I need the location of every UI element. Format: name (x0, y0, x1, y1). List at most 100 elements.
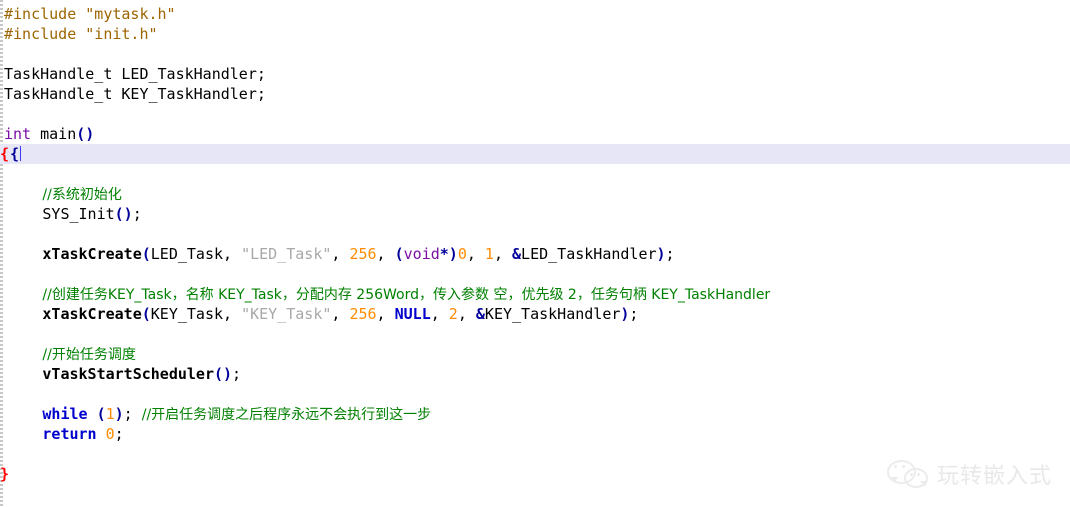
code-token: , (457, 305, 476, 323)
code-token: 0 (457, 245, 467, 263)
brace-match-marker-open: { (0, 145, 10, 163)
code-line[interactable]: return 0; (0, 424, 1070, 444)
code-token: //开始任务调度 (42, 347, 136, 363)
code-token: "KEY_Task" (241, 305, 332, 323)
code-token: TaskHandle_t LED_TaskHandler; (4, 65, 266, 83)
code-line[interactable] (0, 44, 1070, 64)
code-token: SYS_Init (42, 205, 115, 223)
code-token: void (403, 245, 440, 263)
code-line[interactable] (0, 384, 1070, 404)
code-token: ; (132, 205, 142, 223)
code-token: ( (141, 245, 151, 263)
code-token: //创建任务KEY_Task，名称 KEY_Task，分配内存 256Word，… (42, 287, 771, 303)
code-line-text: vTaskStartScheduler(); (4, 365, 241, 383)
code-line[interactable]: while (1); //开启任务调度之后程序永远不会执行到这一步 (0, 404, 1070, 424)
code-token: "mytask.h" (85, 5, 176, 23)
code-token: 0 (105, 425, 115, 443)
code-token: main (31, 125, 77, 143)
code-line[interactable]: #include "mytask.h" (0, 4, 1070, 24)
code-token: TaskHandle_t KEY_TaskHandler; (4, 85, 266, 103)
code-line-text: return 0; (4, 425, 124, 443)
code-line[interactable]: xTaskCreate(KEY_Task, "KEY_Task", 256, N… (0, 304, 1070, 324)
code-token: ; (629, 305, 639, 323)
code-token: LED_TaskHandler (521, 245, 657, 263)
code-line[interactable]: {{ (0, 144, 1070, 164)
code-token: vTaskStartScheduler (42, 365, 214, 383)
code-line-text: SYS_Init(); (4, 205, 142, 223)
code-line-text: //创建任务KEY_Task，名称 KEY_Task，分配内存 256Word，… (4, 285, 770, 303)
text-caret (20, 146, 22, 161)
code-token: 1 (105, 405, 115, 423)
code-line-text: xTaskCreate(LED_Task, "LED_Task", 256, (… (4, 245, 674, 263)
code-token: //系统初始化 (42, 187, 122, 203)
code-token: ; (114, 425, 124, 443)
code-token: LED_Task, (150, 245, 242, 263)
code-token: 256 (349, 245, 377, 263)
code-token: & (512, 245, 522, 263)
code-line-text: #include "mytask.h" (4, 5, 176, 23)
code-editor[interactable]: #include "mytask.h" #include "init.h" Task… (0, 0, 1070, 508)
code-token: #include (4, 5, 86, 23)
code-token: //开启任务调度之后程序永远不会执行到这一步 (141, 407, 432, 423)
code-token: () (114, 205, 133, 223)
code-token: , (466, 245, 485, 263)
code-line[interactable] (0, 264, 1070, 284)
code-token: xTaskCreate (42, 245, 142, 263)
code-token: () (76, 125, 95, 143)
code-token: () (213, 365, 233, 383)
code-line[interactable]: //创建任务KEY_Task，名称 KEY_Task，分配内存 256Word，… (0, 284, 1070, 304)
code-line-text: //系统初始化 (4, 185, 122, 203)
code-line[interactable]: TaskHandle_t KEY_TaskHandler; (0, 84, 1070, 104)
code-token: KEY_Task, (150, 305, 242, 323)
code-line[interactable] (0, 164, 1070, 184)
code-line[interactable]: vTaskStartScheduler(); (0, 364, 1070, 384)
code-line-text: xTaskCreate(KEY_Task, "KEY_Task", 256, N… (4, 305, 638, 323)
code-line[interactable] (0, 104, 1070, 124)
code-token: ; (232, 365, 242, 383)
code-line[interactable]: //开始任务调度 (0, 344, 1070, 364)
code-token: 2 (448, 305, 458, 323)
code-line[interactable]: } (0, 464, 1070, 484)
code-token: ; (123, 405, 142, 423)
code-line[interactable]: #include "init.h" (0, 24, 1070, 44)
code-line[interactable]: int main() (0, 124, 1070, 144)
code-token: ( (96, 405, 106, 423)
code-line-text: TaskHandle_t LED_TaskHandler; (4, 65, 266, 83)
code-token: return (42, 425, 97, 443)
code-token: , (376, 305, 395, 323)
code-line[interactable] (0, 224, 1070, 244)
code-token: ) (114, 405, 124, 423)
brace-match-marker-close: } (0, 465, 10, 483)
code-token: while (42, 405, 88, 423)
code-line-text: int main() (4, 125, 94, 143)
code-line[interactable]: //系统初始化 (0, 184, 1070, 204)
code-line-text: while (1); //开启任务调度之后程序永远不会执行到这一步 (4, 405, 431, 423)
code-token: xTaskCreate (42, 305, 142, 323)
code-line-text: { (10, 145, 19, 163)
code-token: #include (4, 25, 86, 43)
code-token: ( (394, 245, 404, 263)
code-token: *) (439, 245, 458, 263)
code-line-text: #include "init.h" (4, 25, 158, 43)
code-token: , (430, 305, 449, 323)
code-line[interactable] (0, 444, 1070, 464)
code-token: int (4, 125, 32, 143)
code-token: { (10, 145, 20, 163)
code-token: , (331, 245, 350, 263)
code-token: "init.h" (85, 25, 158, 43)
code-line[interactable]: xTaskCreate(LED_Task, "LED_Task", 256, (… (0, 244, 1070, 264)
code-line[interactable]: TaskHandle_t LED_TaskHandler; (0, 64, 1070, 84)
code-token: , (331, 305, 350, 323)
code-token: & (475, 305, 485, 323)
code-line[interactable] (0, 324, 1070, 344)
code-token: 1 (484, 245, 494, 263)
code-token: ( (141, 305, 151, 323)
code-content-area[interactable]: #include "mytask.h" #include "init.h" Task… (0, 0, 1070, 504)
code-token: ) (656, 245, 666, 263)
code-line-text: //开始任务调度 (4, 345, 136, 363)
code-line[interactable]: SYS_Init(); (0, 204, 1070, 224)
code-line[interactable] (0, 484, 1070, 504)
code-token: "LED_Task" (241, 245, 332, 263)
